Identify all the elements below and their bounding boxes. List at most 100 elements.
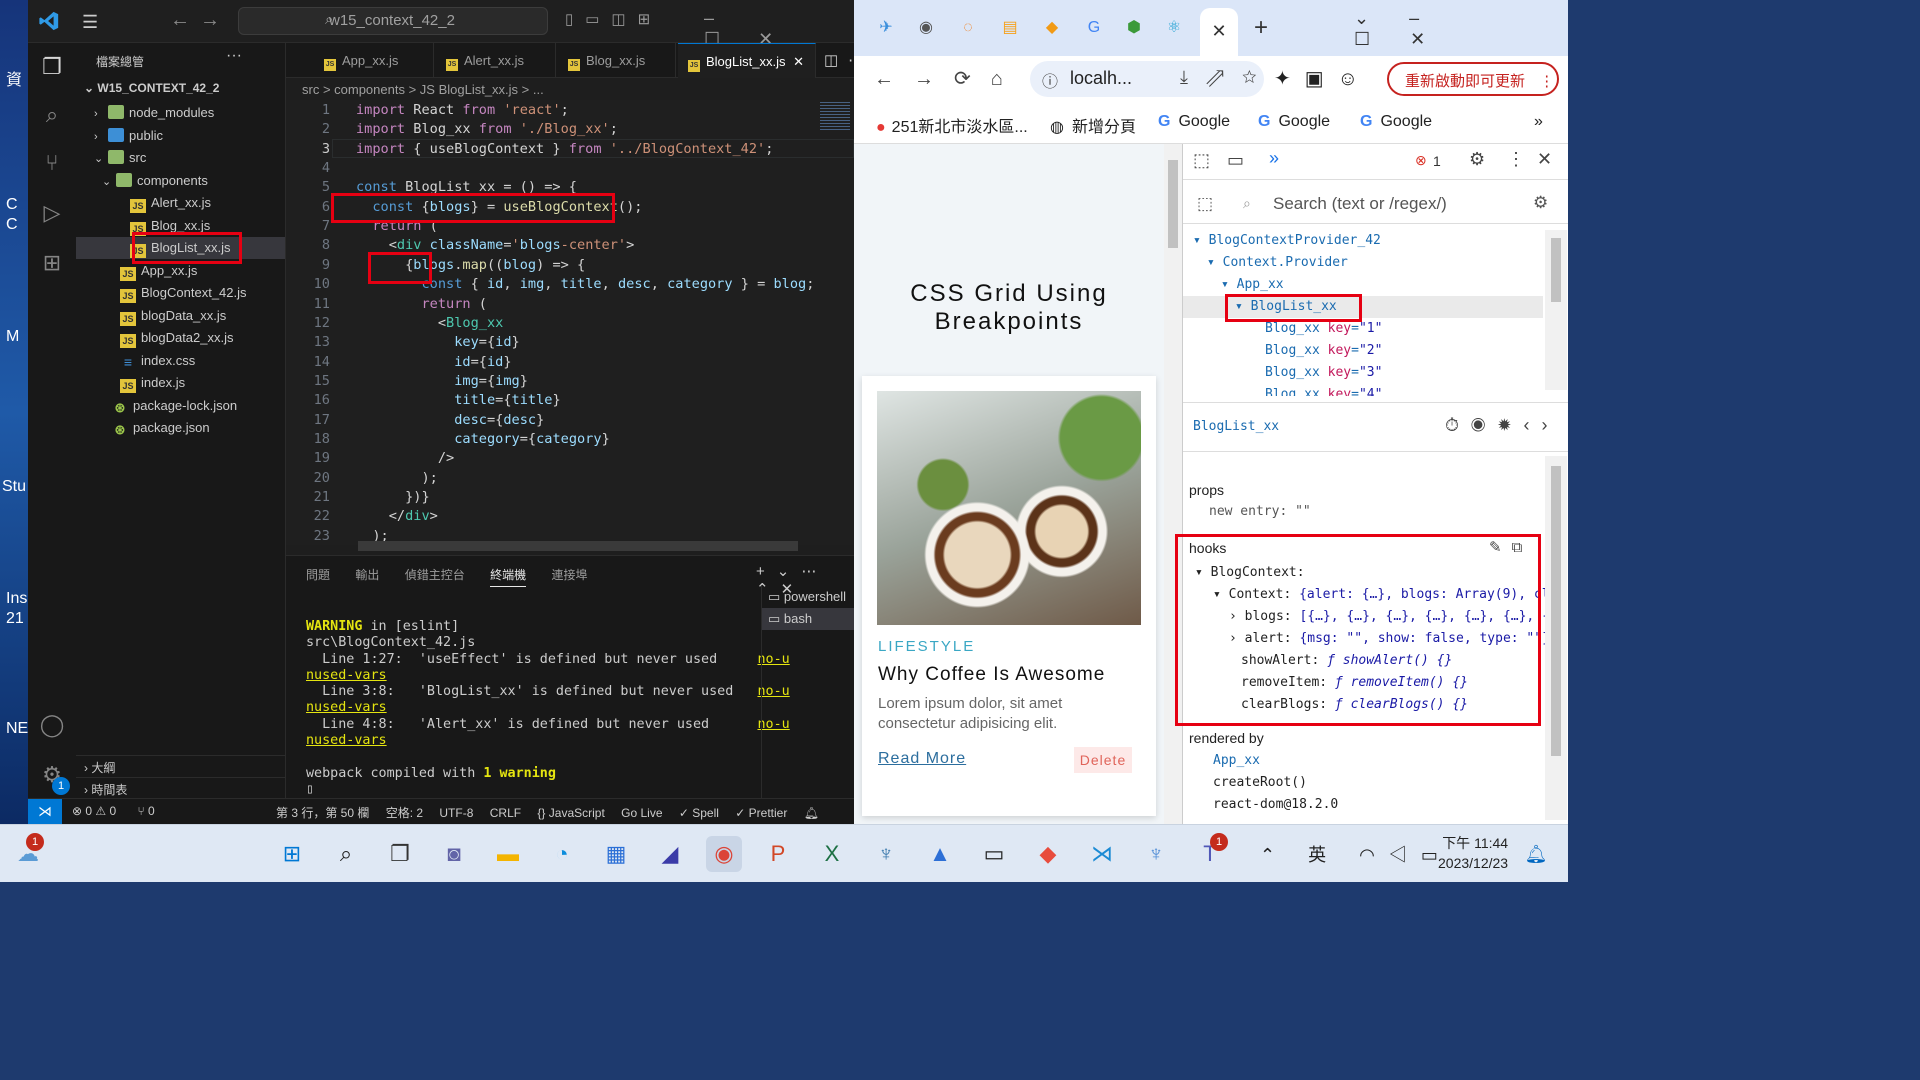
tree-item-components[interactable]: ⌄ components: [102, 170, 208, 192]
code-line[interactable]: import { useBlogContext } from '../BlogC…: [356, 141, 773, 160]
chevron-up-icon[interactable]: ⌃: [1260, 845, 1289, 865]
python-icon[interactable]: ♆: [868, 836, 904, 872]
code-line[interactable]: key={id}: [356, 334, 520, 353]
bookmark-map[interactable]: ● 251新北市淡水區...: [876, 113, 1028, 137]
terminal-rule-link[interactable]: nused-vars: [306, 700, 387, 715]
code-line[interactable]: import Blog_xx from './Blog_xx';: [356, 121, 618, 140]
cursor-position[interactable]: 第 3 行，第 50 欄: [276, 806, 369, 820]
read-more-link[interactable]: Read More: [878, 750, 966, 768]
scroll-thumb[interactable]: [1168, 160, 1178, 248]
terminal-output[interactable]: WARNING in [eslint] src\BlogContext_42.j…: [306, 619, 790, 798]
bookmark-google[interactable]: G Google: [1158, 113, 1230, 131]
tree-item-node-modules[interactable]: › node_modules: [94, 102, 214, 124]
code-line[interactable]: />: [356, 450, 454, 469]
explorer-icon[interactable]: ❐: [38, 53, 66, 81]
rendered-by-item[interactable]: App_xx: [1213, 753, 1260, 768]
language-mode[interactable]: {} JavaScript: [537, 806, 604, 820]
python-idle-icon[interactable]: ♆: [1138, 836, 1174, 872]
omnibox-actions-icon[interactable]: ⤓⇗☆: [1180, 67, 1275, 88]
tree-item-file[interactable]: ≡ index.css: [120, 350, 195, 372]
tab-blog[interactable]: JS Blog_xx.js: [558, 43, 676, 78]
task-view-icon[interactable]: ❐: [382, 836, 418, 872]
clock[interactable]: 下午 11:44 2023/12/23: [1438, 833, 1508, 873]
component-search[interactable]: ⬚ ⌕ Search (text or /regex/) ⚙: [1183, 186, 1568, 224]
tab-favicon-icon[interactable]: ⬢: [1120, 14, 1148, 42]
code-line[interactable]: id={id}: [356, 354, 511, 373]
store-icon[interactable]: ▦: [598, 836, 634, 872]
timeline-section[interactable]: › 時間表: [76, 777, 286, 799]
tree-node[interactable]: ▾ Context.Provider: [1207, 252, 1348, 274]
tree-node[interactable]: Blog_xx key="4": [1265, 384, 1382, 396]
chrome-icon[interactable]: ◉: [706, 836, 742, 872]
terminal-rule-link[interactable]: nused-vars: [306, 733, 387, 748]
device-toggle-icon[interactable]: ▭: [1227, 150, 1244, 171]
tree-item-public[interactable]: › public: [94, 125, 163, 147]
delete-button[interactable]: Delete: [1074, 747, 1132, 773]
tree-item-file[interactable]: JS blogData2_xx.js: [120, 327, 234, 349]
nav-arrows-icon[interactable]: ←→: [170, 9, 230, 32]
code-line[interactable]: import React from 'react';: [356, 102, 569, 121]
component-actions-icons[interactable]: ⏱◉✹‹›: [1445, 415, 1560, 436]
vscode-icon[interactable]: ⋊: [1084, 836, 1120, 872]
info-icon[interactable]: ⓘ: [1042, 68, 1058, 92]
tree-item-file[interactable]: JS BlogContext_42.js: [120, 282, 247, 304]
spell-status[interactable]: ✓ Spell: [679, 806, 719, 820]
line-ending[interactable]: CRLF: [490, 806, 521, 820]
tree-item-file[interactable]: ⊛ package.json: [112, 417, 210, 439]
git-icon[interactable]: ◆: [1030, 836, 1066, 872]
extensions-icon[interactable]: ⊞: [38, 249, 66, 277]
tree-node[interactable]: Blog_xx key="3": [1265, 362, 1382, 384]
error-icon[interactable]: ⊗: [1415, 152, 1427, 169]
tab-bloglist-active[interactable]: JS BlogList_xx.js ✕: [678, 43, 816, 78]
tab-output[interactable]: 輸出: [355, 568, 379, 582]
encoding[interactable]: UTF-8: [439, 806, 473, 820]
gear-icon[interactable]: ⚙: [1533, 193, 1548, 213]
go-live[interactable]: Go Live: [621, 806, 662, 820]
active-tab-close-icon[interactable]: ✕: [1200, 8, 1238, 56]
bookmark-google[interactable]: G Google: [1360, 113, 1432, 131]
terminal-rule-link[interactable]: nused-vars: [306, 668, 387, 683]
search-icon[interactable]: ⌕: [328, 836, 364, 872]
command-center-search[interactable]: ⌕ w15_context_42_2: [238, 7, 548, 35]
edge-icon[interactable]: ◔: [544, 836, 580, 872]
workspace-root[interactable]: ⌄ W15_CONTEXT_42_2: [84, 81, 219, 95]
bookmark-newtab[interactable]: ◍ 新增分頁: [1050, 113, 1136, 137]
wifi-icon[interactable]: ◠: [1359, 845, 1389, 865]
system-tray[interactable]: ⌃ 英 ◠◁▭: [1260, 841, 1452, 867]
code-line[interactable]: img={img}: [356, 373, 528, 392]
minimap[interactable]: [818, 100, 854, 545]
code-editor[interactable]: 1 import React from 'react'; 2 import Blog_…: [286, 100, 854, 545]
file-explorer-icon[interactable]: ▬: [490, 836, 526, 872]
more-tabs-icon[interactable]: »: [1269, 148, 1279, 169]
extensions-icon[interactable]: ✦▣☺: [1274, 66, 1372, 91]
tab-problems[interactable]: 問題: [306, 568, 330, 582]
tree-item-file[interactable]: JS index.js: [120, 372, 185, 394]
tab-alert[interactable]: JS Alert_xx.js: [436, 43, 556, 78]
tab-terminal[interactable]: 終端機: [490, 568, 527, 587]
bell-icon[interactable]: 🔔︎: [804, 806, 819, 820]
tab-app[interactable]: JS App_xx.js: [314, 43, 434, 78]
more-actions-icon[interactable]: ···: [226, 47, 242, 65]
tab-favicon-icon[interactable]: ◆: [1038, 14, 1066, 42]
powerpoint-icon[interactable]: P: [760, 836, 796, 872]
window-controls-icon[interactable]: ⌄–☐✕: [1354, 8, 1568, 50]
tree-item-file[interactable]: ⊛ package-lock.json: [112, 395, 238, 417]
run-debug-icon[interactable]: ▷: [38, 199, 66, 227]
tree-item-file[interactable]: JS blogData_xx.js: [120, 305, 226, 327]
code-line[interactable]: <Blog_xx: [356, 315, 504, 334]
tree-scrollbar[interactable]: [1545, 230, 1567, 390]
select-element-icon[interactable]: ⬚: [1197, 194, 1213, 214]
code-line[interactable]: })}: [356, 489, 430, 508]
tree-item-file[interactable]: JS Alert_xx.js: [130, 192, 211, 214]
inspect-icon[interactable]: ⬚: [1193, 150, 1210, 171]
tab-favicon-icon[interactable]: ▤: [996, 14, 1024, 42]
terminal-powershell[interactable]: ▭ powershell: [762, 586, 854, 608]
code-line[interactable]: desc={desc}: [356, 412, 544, 431]
close-icon[interactable]: ✕: [1537, 149, 1552, 170]
code-line[interactable]: return (: [356, 296, 486, 315]
ime-indicator[interactable]: 英: [1308, 845, 1340, 865]
menu-icon[interactable]: ☰: [82, 12, 98, 33]
tab-favicon-icon[interactable]: ◉: [912, 14, 940, 42]
indentation[interactable]: 空格: 2: [386, 806, 423, 820]
remote-icon[interactable]: ⋊: [28, 799, 62, 825]
